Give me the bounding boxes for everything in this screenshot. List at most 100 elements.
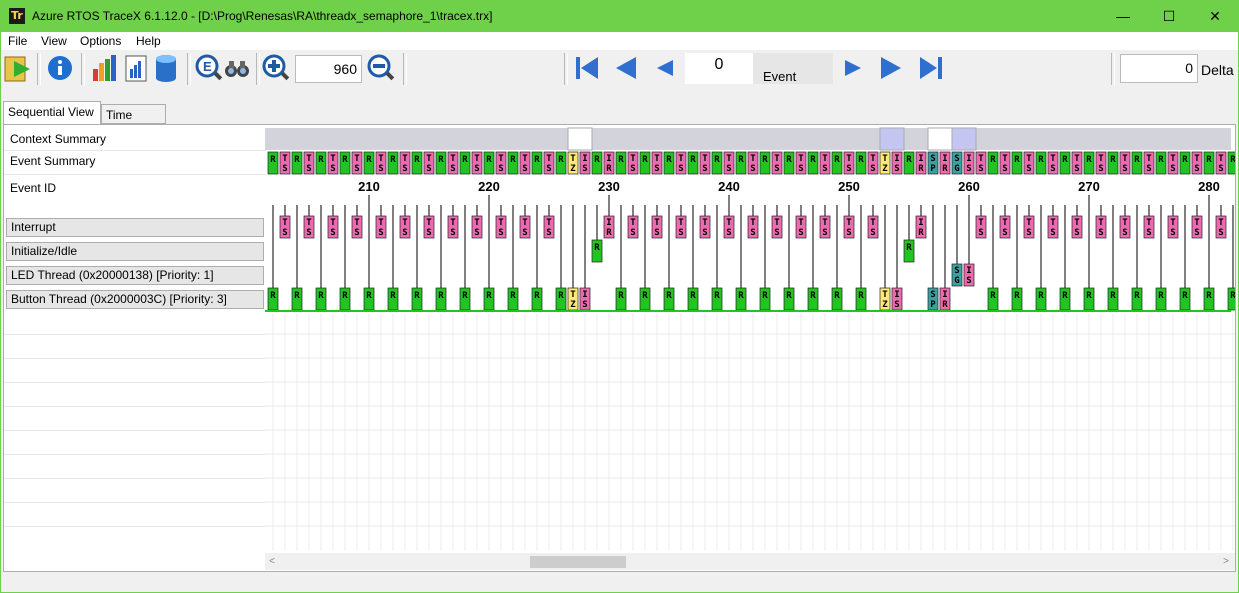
menu-view[interactable]: View [41,34,67,48]
zoom-level-field[interactable]: 960 [295,55,362,83]
event-interrupt-code: T [1170,218,1176,228]
tab-sequential-view[interactable]: Sequential View [3,101,101,125]
event-interrupt-code: S [750,228,755,238]
prev-page-icon[interactable] [612,53,640,83]
menu-options[interactable]: Options [80,34,121,48]
menu-file[interactable]: File [8,34,27,48]
row-labels: Context Summary Event Summary Event ID I… [4,125,266,571]
event-summary-code: I [894,154,899,164]
event-interrupt-code: T [870,218,876,228]
event-interrupt-code: T [354,218,360,228]
event-button-code: R [1086,291,1092,301]
toolbar-separator [37,53,41,85]
menu-help[interactable]: Help [136,34,161,48]
tab-time-view[interactable]: Time View [101,104,166,142]
event-interrupt-code: T [1122,218,1128,228]
event-interrupt-code: S [546,228,551,238]
delta-field[interactable]: 0 [1120,54,1198,83]
event-button-code: I [894,290,899,300]
event-interrupt-code: S [378,228,383,238]
menu-bar: File View Options Help [1,32,1238,50]
binoculars-icon[interactable] [223,53,251,83]
event-summary-code: S [474,164,479,174]
row-divider [4,334,266,335]
next-event-icon[interactable] [839,53,867,83]
event-button-code: R [1230,291,1235,301]
event-summary-code: R [762,155,768,165]
scroll-left-icon[interactable]: < [265,553,279,570]
first-event-icon[interactable] [573,53,601,83]
event-interrupt-code: S [846,228,851,238]
sequential-view-panel: Context Summary Event Summary Event ID I… [3,124,1236,572]
event-interrupt-code: S [726,228,731,238]
event-summary-code: S [702,164,707,174]
event-summary-code: T [1122,154,1128,164]
event-summary-code: S [966,164,971,174]
event-interrupt-code: S [1218,228,1223,238]
zoom-out-icon[interactable] [367,53,395,83]
event-button-code: R [390,291,396,301]
event-label: Event [763,69,797,84]
event-summary-code: R [714,155,720,165]
event-summary-code: R [690,155,696,165]
report-icon[interactable] [122,53,150,83]
event-number-field[interactable]: 0 [685,53,753,84]
scroll-thumb[interactable] [530,556,626,568]
prev-event-icon[interactable] [651,53,679,83]
scroll-right-icon[interactable]: > [1219,553,1233,570]
minimize-button[interactable]: — [1100,1,1146,32]
bar-chart-icon[interactable] [91,53,119,83]
event-summary-code: S [582,164,587,174]
search-event-icon[interactable]: E [195,53,223,83]
event-summary-code: S [774,164,779,174]
maximize-button[interactable]: ☐ [1146,1,1192,32]
event-button-code: Z [570,300,576,310]
event-button-code: R [294,291,300,301]
event-interrupt-code: S [282,228,287,238]
event-button-code: T [882,290,888,300]
toolbar-separator [1111,53,1115,85]
next-page-icon[interactable] [877,53,905,83]
event-summary-code: T [522,154,528,164]
last-event-icon[interactable] [917,53,945,83]
event-interrupt-code: T [546,218,552,228]
event-summary-code: R [390,155,396,165]
event-summary-code: S [354,164,359,174]
event-button-code: P [930,300,936,310]
event-summary-code: S [630,164,635,174]
row-interrupt[interactable]: Interrupt [6,218,264,237]
event-button-code: R [414,291,420,301]
event-button-code: R [1158,291,1164,301]
close-button[interactable]: ✕ [1192,1,1238,32]
event-summary-code: T [1170,154,1176,164]
row-button-thread[interactable]: Button Thread (0x2000003C) [Priority: 3] [6,290,264,309]
event-id-label: Event ID [10,181,57,195]
database-icon[interactable] [152,53,180,83]
event-interrupt-code: T [426,218,432,228]
row-initialize-idle[interactable]: Initialize/Idle [6,242,264,261]
event-summary-code: R [1062,155,1068,165]
event-interrupt-code: T [978,218,984,228]
event-summary-code: R [414,155,420,165]
event-summary-code: I [966,154,971,164]
event-summary-code: R [1086,155,1092,165]
event-id-tick-label: 240 [718,179,740,194]
event-interrupt-code: S [1194,228,1199,238]
event-button-code: R [786,291,792,301]
timeline-chart[interactable]: 210 220 230 240 250 260 270 280RRTSTSRRTSTSRRTS… [265,125,1235,553]
row-led-thread[interactable]: LED Thread (0x20000138) [Priority: 1] [6,266,264,285]
row-divider [4,502,266,503]
zoom-in-icon[interactable] [262,53,290,83]
event-interrupt-code: S [1146,228,1151,238]
event-summary-code: Z [570,164,576,174]
info-icon[interactable] [46,53,74,83]
event-summary-code: T [1218,154,1224,164]
event-idle-code: R [906,243,912,253]
event-summary-code: T [1194,154,1200,164]
open-file-icon[interactable] [4,53,32,83]
event-interrupt-code: R [918,228,924,238]
event-summary-code: T [822,154,828,164]
horizontal-scrollbar[interactable]: < > [265,553,1235,570]
event-interrupt-code: S [654,228,659,238]
event-summary-code: T [498,154,504,164]
